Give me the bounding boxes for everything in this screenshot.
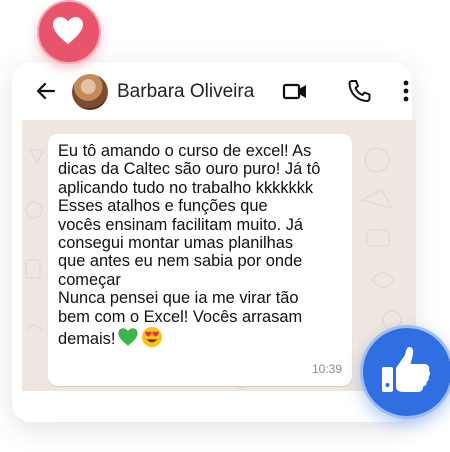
message-timestamp: 10:39 — [311, 362, 342, 376]
heart-eyes-icon — [142, 326, 163, 348]
chat-header: Barbara Oliveira — [12, 62, 412, 120]
like-badge — [360, 325, 450, 419]
message-text: Eu tô amando o curso de excel! As dicas … — [58, 142, 350, 348]
video-call-icon[interactable] — [282, 78, 308, 104]
heart-icon — [53, 17, 83, 44]
back-arrow-icon[interactable] — [34, 79, 58, 103]
message-text-content: Eu tô amando o curso de excel! As dicas … — [58, 142, 321, 349]
chat-area: Eu tô amando o curso de excel! As dicas … — [22, 120, 416, 391]
avatar[interactable] — [72, 74, 108, 110]
thumbs-up-icon — [382, 347, 431, 392]
message-bubble[interactable]: Eu tô amando o curso de excel! As dicas … — [48, 134, 352, 386]
heart-badge — [37, 0, 101, 64]
green-heart-icon — [118, 328, 139, 346]
phone-call-icon[interactable] — [346, 78, 372, 104]
more-options-icon[interactable] — [393, 78, 419, 104]
contact-name[interactable]: Barbara Oliveira — [117, 81, 254, 103]
